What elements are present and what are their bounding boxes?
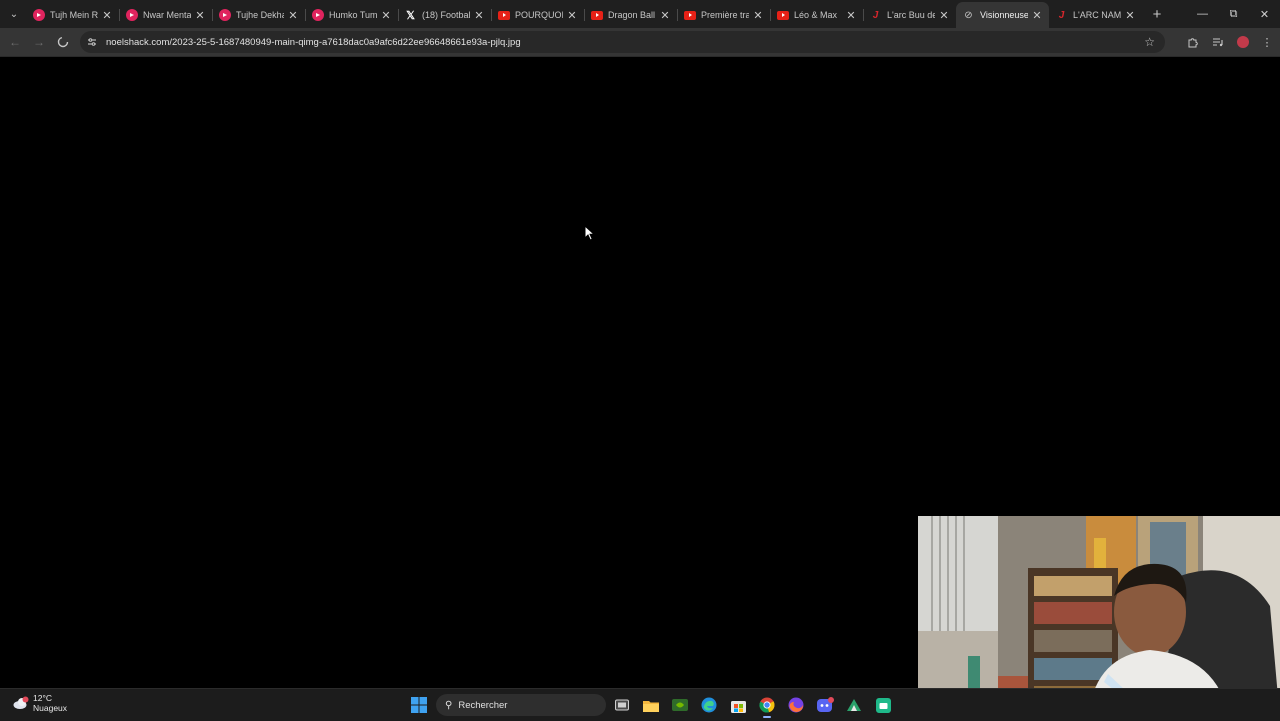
tab-close-icon[interactable]: ✕ (566, 9, 578, 22)
youtube-icon (32, 9, 45, 22)
tab-title: Nwar Menta (143, 10, 191, 20)
youtube-icon (683, 9, 696, 22)
window-controls: — ⧉ ✕ (1187, 0, 1280, 28)
tab-title: POURQUOI (515, 10, 563, 20)
firefox-icon[interactable] (783, 692, 809, 718)
jv-icon: J (1058, 9, 1065, 21)
tab-7[interactable]: Première tra ✕ (677, 2, 770, 28)
jv-icon: J (872, 9, 879, 21)
bookmark-star-icon[interactable]: ☆ (1144, 35, 1155, 49)
tab-title: Léo & Max (794, 10, 838, 20)
tab-close-icon[interactable]: ✕ (101, 9, 113, 22)
tab-title: Première tra (701, 10, 749, 20)
tab-2[interactable]: Tujhe Dekha ✕ (212, 2, 305, 28)
game-launcher-icon[interactable] (841, 692, 867, 718)
chrome-browser-icon[interactable] (754, 692, 780, 718)
mouse-cursor-icon (584, 225, 596, 241)
tab-search-chevron-icon[interactable]: ⌄ (2, 2, 26, 26)
address-bar[interactable]: noelshack.com/2023-25-5-1687480949-main-… (80, 31, 1165, 53)
tab-5[interactable]: POURQUOI ✕ (491, 2, 584, 28)
youtube-icon (218, 9, 231, 22)
viewer-icon: ⊘ (964, 9, 973, 21)
task-view-icon[interactable] (609, 692, 635, 718)
tab-close-icon[interactable]: ✕ (752, 9, 764, 22)
tab-close-icon[interactable]: ✕ (938, 9, 950, 22)
tab-close-icon[interactable]: ✕ (473, 9, 485, 22)
toolbar-actions: ⋮ (1181, 28, 1280, 56)
youtube-icon (590, 9, 603, 22)
forward-arrow-icon[interactable]: → (27, 30, 51, 54)
search-placeholder: Rechercher (458, 699, 508, 711)
search-icon: ⚲ (445, 699, 453, 711)
file-explorer-icon[interactable] (638, 692, 664, 718)
tab-8[interactable]: Léo & Max ✕ (770, 2, 863, 28)
tab-close-icon[interactable]: ✕ (287, 9, 299, 22)
tab-4[interactable]: 𝕏 (18) Football ✕ (398, 2, 491, 28)
tab-title: Dragon Ball (608, 10, 656, 20)
stop-loading-icon[interactable] (51, 30, 75, 54)
tab-11[interactable]: J L'ARC NAME ✕ (1049, 2, 1142, 28)
site-settings-icon[interactable] (85, 35, 99, 49)
youtube-icon (776, 9, 789, 22)
youtube-icon (497, 9, 510, 22)
new-tab-plus-icon[interactable]: + (1146, 6, 1168, 23)
discord-icon[interactable] (812, 692, 838, 718)
cloud-weather-icon (12, 696, 30, 710)
windows-start-icon[interactable] (406, 692, 432, 718)
tab-strip: ⌄ Tujh Mein Ra ✕ Nwar Menta ✕ Tujhe Dekh… (0, 0, 1280, 28)
tab-3[interactable]: Humko Tum ✕ (305, 2, 398, 28)
youtube-icon (311, 9, 324, 22)
minimize-icon[interactable]: — (1187, 0, 1218, 28)
tab-title: (18) Football (422, 10, 470, 20)
tab-title: Tujh Mein Ra (50, 10, 98, 20)
restore-icon[interactable]: ⧉ (1218, 0, 1249, 28)
tab-title: Humko Tum (329, 10, 377, 20)
tab-close-icon[interactable]: ✕ (845, 9, 857, 22)
more-menu-icon[interactable]: ⋮ (1255, 30, 1279, 54)
x-icon: 𝕏 (406, 9, 415, 22)
tab-title: Tujhe Dekha (236, 10, 284, 20)
youtube-icon (125, 9, 138, 22)
microsoft-store-icon[interactable] (725, 692, 751, 718)
weather-widget[interactable]: 12°C Nuageux (12, 693, 67, 713)
tab-close-icon[interactable]: ✕ (380, 9, 392, 22)
tab-title: L'ARC NAME (1073, 10, 1121, 20)
windows-taskbar: 12°C Nuageux ⚲ Rechercher (0, 688, 1280, 721)
extensions-puzzle-icon[interactable] (1181, 30, 1205, 54)
url-text[interactable]: noelshack.com/2023-25-5-1687480949-main-… (106, 37, 521, 48)
taskbar-search-box[interactable]: ⚲ Rechercher (436, 694, 606, 716)
tab-close-icon[interactable]: ✕ (194, 9, 206, 22)
android-app-icon[interactable] (870, 692, 896, 718)
edge-browser-icon[interactable] (696, 692, 722, 718)
browser-toolbar: ← → noelshack.com/2023-25-5-1687480949-m… (0, 28, 1280, 57)
tab-list: Tujh Mein Ra ✕ Nwar Menta ✕ Tujhe Dekha … (26, 0, 1142, 28)
taskbar-apps: ⚲ Rechercher (406, 692, 896, 718)
tab-6[interactable]: Dragon Ball ✕ (584, 2, 677, 28)
loading-spinner-icon (57, 36, 69, 48)
tab-title: L'arc Buu de (887, 10, 935, 20)
media-controls-icon[interactable] (1206, 30, 1230, 54)
close-window-icon[interactable]: ✕ (1249, 0, 1280, 28)
weather-temp: 12°C (33, 693, 52, 703)
tab-10-active[interactable]: ⊘ Visionneuse ✕ (956, 2, 1049, 28)
profile-avatar[interactable] (1237, 36, 1249, 48)
weather-text: 12°C Nuageux (33, 693, 67, 713)
back-arrow-icon[interactable]: ← (3, 30, 27, 54)
tab-close-icon[interactable]: ✕ (1124, 9, 1136, 22)
tab-0[interactable]: Tujh Mein Ra ✕ (26, 2, 119, 28)
tab-close-icon[interactable]: ✕ (659, 9, 671, 22)
tab-close-icon[interactable]: ✕ (1031, 9, 1043, 22)
nvidia-icon[interactable] (667, 692, 693, 718)
weather-desc: Nuageux (33, 703, 68, 713)
tab-9[interactable]: J L'arc Buu de ✕ (863, 2, 956, 28)
tab-title: Visionneuse (980, 10, 1028, 20)
tab-1[interactable]: Nwar Menta ✕ (119, 2, 212, 28)
